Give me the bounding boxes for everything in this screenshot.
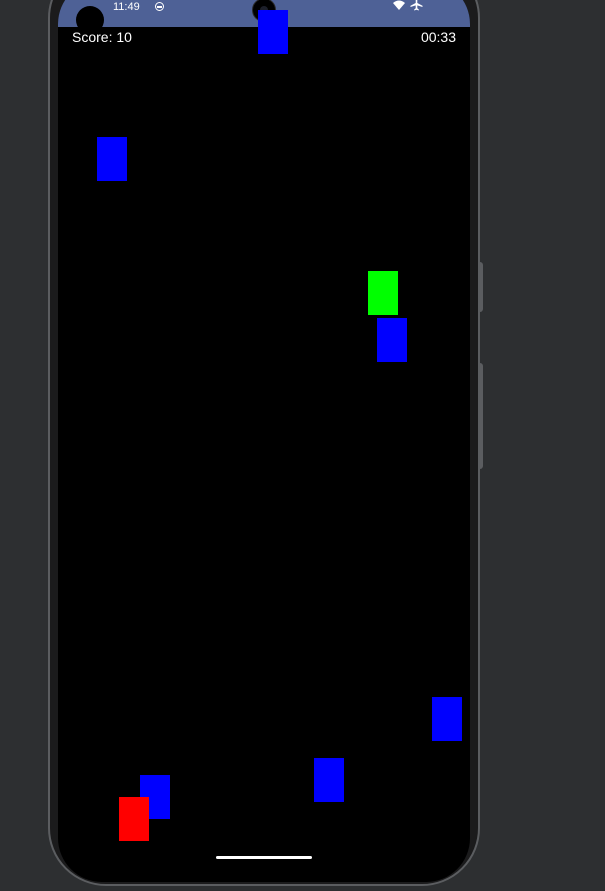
wifi-icon bbox=[393, 0, 405, 10]
status-time: 11:49 bbox=[113, 1, 140, 13]
airplane-mode-icon bbox=[410, 0, 423, 11]
obstacle-block bbox=[432, 697, 462, 741]
app-notification-icon bbox=[155, 2, 164, 11]
obstacle-block bbox=[377, 318, 407, 362]
player-block[interactable] bbox=[119, 797, 149, 841]
game-screen[interactable]: 11:49 Score: 10 00:33 bbox=[58, 0, 470, 882]
obstacle-block bbox=[97, 137, 127, 181]
score-label: Score: 10 bbox=[72, 29, 132, 45]
obstacle-block bbox=[258, 10, 288, 54]
bonus-block bbox=[368, 271, 398, 315]
home-indicator[interactable] bbox=[216, 856, 312, 859]
timer-label: 00:33 bbox=[420, 29, 456, 45]
obstacle-block bbox=[314, 758, 344, 802]
